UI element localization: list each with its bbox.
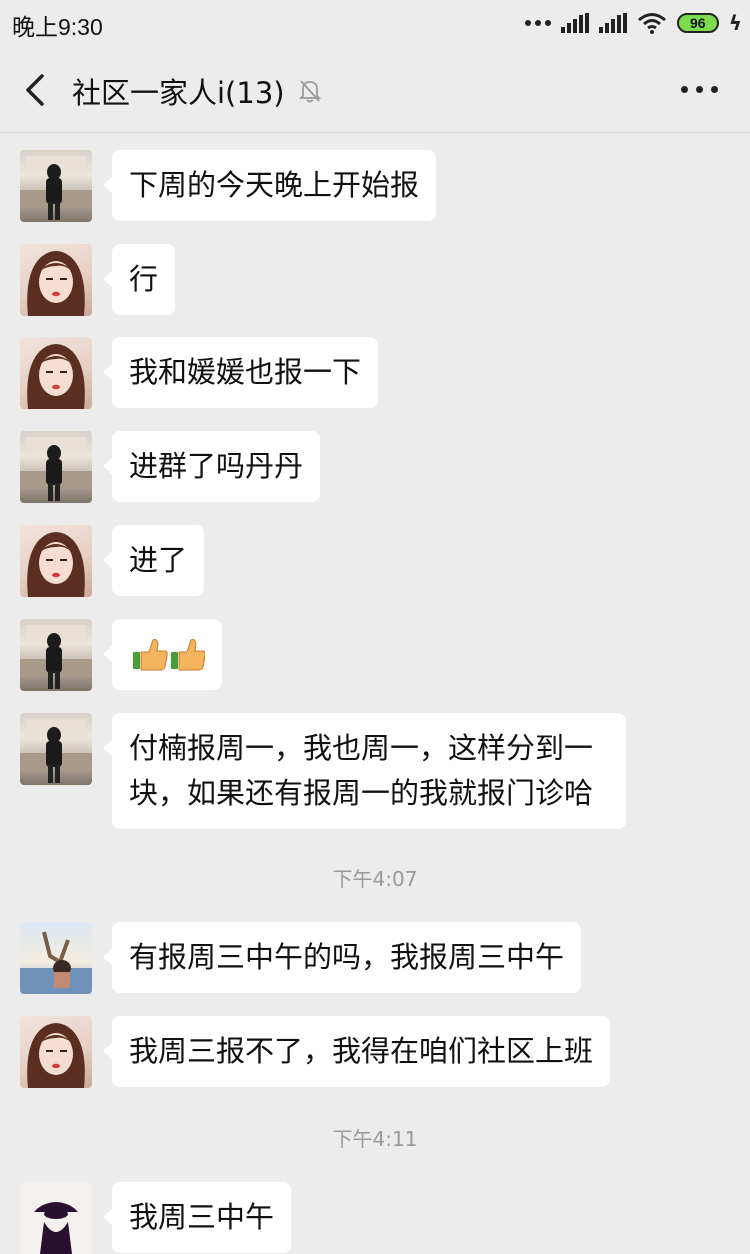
- chat-menu-button[interactable]: [681, 86, 718, 93]
- timestamp: 下午4:11: [332, 1127, 418, 1151]
- status-time: 晚上9:30: [12, 14, 103, 40]
- battery-icon: 96: [676, 13, 719, 33]
- message-bubble[interactable]: 有报周三中午的吗，我报周三中午: [102, 922, 582, 993]
- avatar[interactable]: [20, 525, 92, 597]
- mute-bell-icon: [298, 80, 322, 103]
- avatar[interactable]: [20, 431, 92, 503]
- avatar[interactable]: [20, 1182, 92, 1254]
- message-bubble[interactable]: 下周的今天晚上开始报: [102, 150, 437, 221]
- wifi-icon: [637, 13, 666, 34]
- message-bubble[interactable]: 我周三报不了，我得在咱们社区上班: [102, 1016, 611, 1087]
- chat-title: 社区一家人i(13): [72, 76, 285, 110]
- avatar[interactable]: [20, 922, 92, 994]
- message-bubble[interactable]: 进群了吗丹丹: [102, 431, 321, 502]
- message-bubble[interactable]: 进了: [102, 525, 205, 596]
- avatar[interactable]: [20, 244, 92, 316]
- avatar[interactable]: [20, 1016, 92, 1088]
- battery-level: 96: [690, 15, 706, 31]
- message-bubble[interactable]: 付楠报周一，我也周一，这样分到一块，如果还有报周一的我就报门诊哈: [103, 713, 626, 829]
- status-bar: 晚上9:30 96 ϟ: [0, 0, 750, 46]
- thumbs-up-icon: [133, 639, 206, 671]
- message-bubble[interactable]: 我和媛媛也报一下: [102, 337, 379, 408]
- charging-icon: ϟ: [728, 11, 742, 35]
- chat-header: 社区一家人i(13): [0, 46, 750, 133]
- status-icons: 96 ϟ: [524, 10, 742, 36]
- avatar[interactable]: [20, 713, 92, 785]
- more-dots-icon: [524, 20, 551, 26]
- avatar[interactable]: [20, 619, 92, 691]
- avatar[interactable]: [20, 337, 92, 409]
- avatar[interactable]: [20, 150, 92, 222]
- signal-icon: [560, 13, 589, 33]
- timestamp: 下午4:07: [332, 867, 418, 891]
- message-bubble[interactable]: [103, 619, 222, 690]
- message-bubble[interactable]: 我周三中午: [102, 1182, 292, 1253]
- back-arrow-icon[interactable]: [20, 68, 54, 112]
- signal-icon-2: [598, 13, 627, 33]
- message-bubble[interactable]: 行: [102, 244, 176, 315]
